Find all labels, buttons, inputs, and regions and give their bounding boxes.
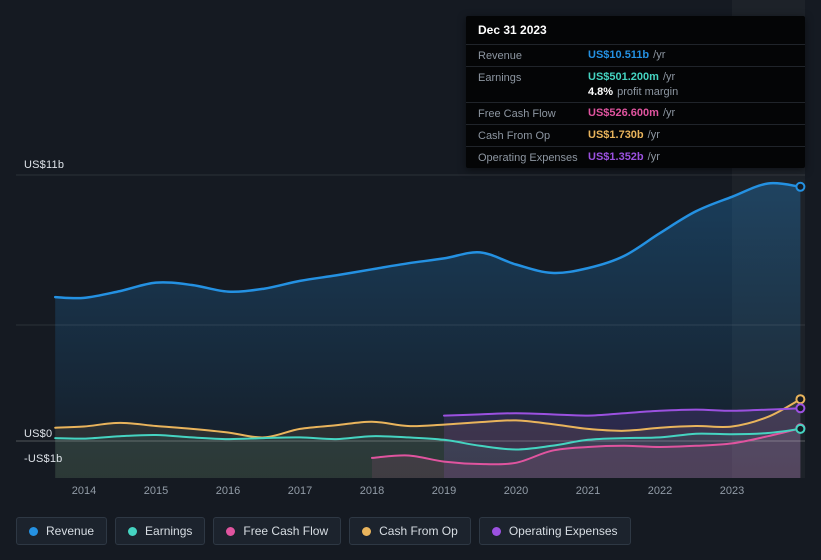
tooltip-unit: /yr [662, 71, 676, 83]
tooltip-row-cash-from-op: Cash From Op US$1.730b/yr [466, 125, 805, 147]
legend-dot-cash-from-op [362, 526, 372, 536]
legend-label-cash-from-op: Cash From Op [379, 524, 458, 538]
y-axis-label-zero: US$0 [24, 428, 53, 440]
y-axis-label-11b: US$11b [24, 159, 65, 171]
tooltip-value-free-cash-flow: US$526.600m [588, 107, 659, 119]
legend-label-operating-expenses: Operating Expenses [508, 524, 618, 538]
x-axis-label-2022: 2022 [647, 485, 673, 497]
tooltip-value-cash-from-op: US$1.730b [588, 129, 644, 141]
x-axis-label-2014: 2014 [71, 485, 97, 497]
tooltip-row-revenue: Revenue US$10.511b/yr [466, 45, 805, 67]
tooltip-unit: /yr [647, 129, 660, 141]
x-axis-label-2015: 2015 [143, 485, 169, 497]
legend-dot-earnings [128, 526, 138, 536]
profit-margin-value: 4.8% [588, 86, 614, 98]
legend-item-cash-from-op[interactable]: Cash From Op [349, 517, 471, 545]
tooltip-label-earnings: Earnings [478, 72, 522, 84]
tooltip-row-free-cash-flow: Free Cash Flow US$526.600m/yr [466, 103, 805, 125]
legend-dot-free-cash-flow [226, 526, 236, 536]
tooltip-value-earnings: US$501.200m [588, 71, 659, 83]
profit-margin-label: profit margin [617, 86, 679, 98]
tooltip-label-free-cash-flow: Free Cash Flow [478, 108, 556, 120]
legend-item-operating-expenses[interactable]: Operating Expenses [478, 517, 631, 545]
tooltip-date: Dec 31 2023 [466, 16, 805, 45]
data-tooltip-panel: Dec 31 2023 Revenue US$10.511b/yr Earnin… [466, 16, 805, 168]
legend-item-earnings[interactable]: Earnings [115, 517, 206, 545]
x-axis-label-2018: 2018 [359, 485, 385, 497]
tooltip-unit: /yr [662, 107, 676, 119]
legend-label-free-cash-flow: Free Cash Flow [243, 524, 329, 538]
tooltip-unit: /yr [647, 151, 660, 163]
x-axis-label-2017: 2017 [287, 485, 313, 497]
x-axis-label-2016: 2016 [215, 485, 241, 497]
x-axis-label-2023: 2023 [719, 485, 745, 497]
tooltip-label-cash-from-op: Cash From Op [478, 130, 551, 142]
x-axis-label-2020: 2020 [503, 485, 529, 497]
financial-history-chart-panel: US$11b US$0 -US$1b 2014 2015 2016 2017 2… [0, 0, 821, 560]
x-axis-label-2019: 2019 [431, 485, 457, 497]
legend-item-revenue[interactable]: Revenue [16, 517, 108, 545]
tooltip-row-earnings: Earnings US$501.200m/yr 4.8% profit margi… [466, 67, 805, 103]
tooltip-row-operating-expenses: Operating Expenses US$1.352b/yr [466, 147, 805, 168]
legend: Revenue Earnings Free Cash Flow Cash Fro… [16, 517, 631, 545]
x-axis-label-2021: 2021 [575, 485, 601, 497]
tooltip-value-operating-expenses: US$1.352b [588, 151, 644, 163]
tooltip-label-revenue: Revenue [478, 50, 523, 62]
tooltip-label-operating-expenses: Operating Expenses [478, 152, 578, 164]
tooltip-unit: /yr [653, 49, 666, 61]
y-axis-label-neg1b: -US$1b [24, 453, 63, 465]
legend-item-free-cash-flow[interactable]: Free Cash Flow [213, 517, 342, 545]
legend-dot-operating-expenses [491, 526, 501, 536]
legend-label-earnings: Earnings [145, 524, 193, 538]
tooltip-value-revenue: US$10.511b [588, 49, 650, 61]
profit-margin-note: 4.8% profit margin [588, 86, 678, 98]
legend-label-revenue: Revenue [46, 524, 95, 538]
legend-dot-revenue [29, 526, 38, 536]
